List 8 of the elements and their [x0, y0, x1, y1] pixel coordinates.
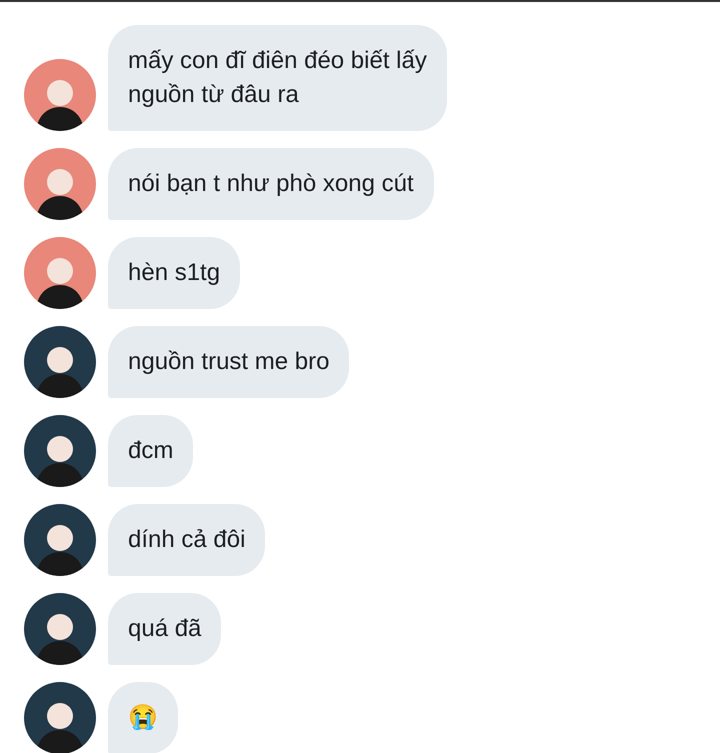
- message-bubble: quá đã: [108, 593, 222, 665]
- message-bubble: đcm: [108, 415, 194, 487]
- message-bubble: mấy con đĩ điên đéo biết lấy nguồn từ đâu ra: [108, 25, 447, 131]
- message-bubble: nói bạn t như phò xong cút: [108, 148, 434, 220]
- message-bubble: hèn s1tg: [108, 237, 240, 309]
- message-bubble: 😭: [108, 682, 178, 753]
- message-bubble: nguồn trust me bro: [108, 326, 350, 398]
- message-bubble: dính cả đôi: [108, 504, 266, 576]
